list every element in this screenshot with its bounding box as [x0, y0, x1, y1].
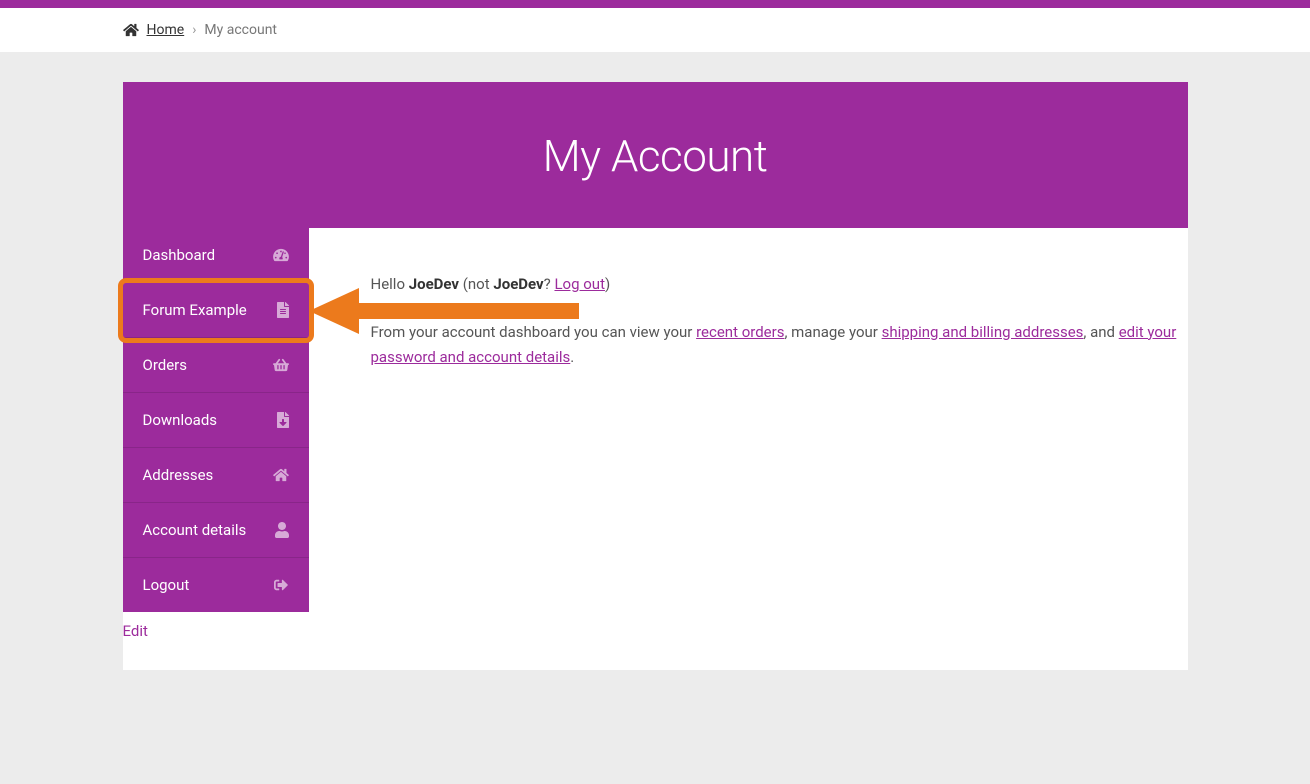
- recent-orders-link[interactable]: recent orders: [696, 323, 784, 341]
- addresses-link[interactable]: shipping and billing addresses: [882, 323, 1084, 341]
- breadcrumb: Home › My account: [123, 22, 1188, 38]
- basket-icon: [273, 358, 289, 372]
- sidebar-item-label: Account details: [143, 521, 275, 539]
- home-icon: [123, 23, 139, 37]
- sign-out-icon: [273, 578, 289, 592]
- breadcrumb-current: My account: [204, 22, 277, 38]
- sidebar-item-logout[interactable]: Logout: [123, 558, 309, 612]
- sidebar-item-label: Orders: [143, 356, 273, 374]
- breadcrumb-separator: ›: [192, 22, 196, 38]
- breadcrumb-home-link[interactable]: Home: [147, 22, 185, 38]
- breadcrumb-bar: Home › My account: [0, 8, 1310, 52]
- text: , manage your: [784, 323, 881, 341]
- sidebar-item-dashboard[interactable]: Dashboard: [123, 228, 309, 283]
- sidebar-item-forum-example[interactable]: Forum Example: [123, 283, 309, 338]
- sidebar-item-addresses[interactable]: Addresses: [123, 448, 309, 503]
- username: JoeDev: [409, 275, 459, 293]
- text: (not: [459, 275, 493, 293]
- file-icon: [277, 302, 289, 318]
- logout-link[interactable]: Log out: [554, 275, 605, 293]
- sidebar-item-label: Downloads: [143, 411, 277, 429]
- sidebar-item-orders[interactable]: Orders: [123, 338, 309, 393]
- topbar: [0, 0, 1310, 8]
- user-icon: [275, 522, 289, 538]
- sidebar-item-label: Logout: [143, 576, 273, 594]
- text: ?: [544, 275, 555, 293]
- dashboard-intro-text: From your account dashboard you can view…: [371, 320, 1178, 371]
- username: JoeDev: [493, 275, 543, 293]
- text: , and: [1083, 323, 1118, 341]
- home-icon: [273, 468, 289, 482]
- download-file-icon: [277, 412, 289, 428]
- text: Hello: [371, 275, 409, 293]
- text: .: [570, 348, 574, 366]
- account-sidebar: Dashboard Forum Example: [123, 228, 309, 612]
- text: From your account dashboard you can view…: [371, 323, 697, 341]
- main-card: My Account Dashboard Forum Example: [123, 82, 1188, 612]
- page-title: My Account: [123, 130, 1188, 182]
- dashboard-content: Hello JoeDev (not JoeDev? Log out) From …: [309, 228, 1188, 437]
- dashboard-icon: [273, 248, 289, 262]
- page-header: My Account: [123, 82, 1188, 228]
- edit-link[interactable]: Edit: [123, 612, 148, 670]
- greeting-text: Hello JoeDev (not JoeDev? Log out): [371, 272, 1178, 298]
- text: ): [605, 275, 610, 293]
- sidebar-item-account-details[interactable]: Account details: [123, 503, 309, 558]
- sidebar-item-downloads[interactable]: Downloads: [123, 393, 309, 448]
- sidebar-item-label: Dashboard: [143, 246, 273, 264]
- sidebar-item-label: Forum Example: [143, 301, 277, 319]
- sidebar-item-label: Addresses: [143, 466, 273, 484]
